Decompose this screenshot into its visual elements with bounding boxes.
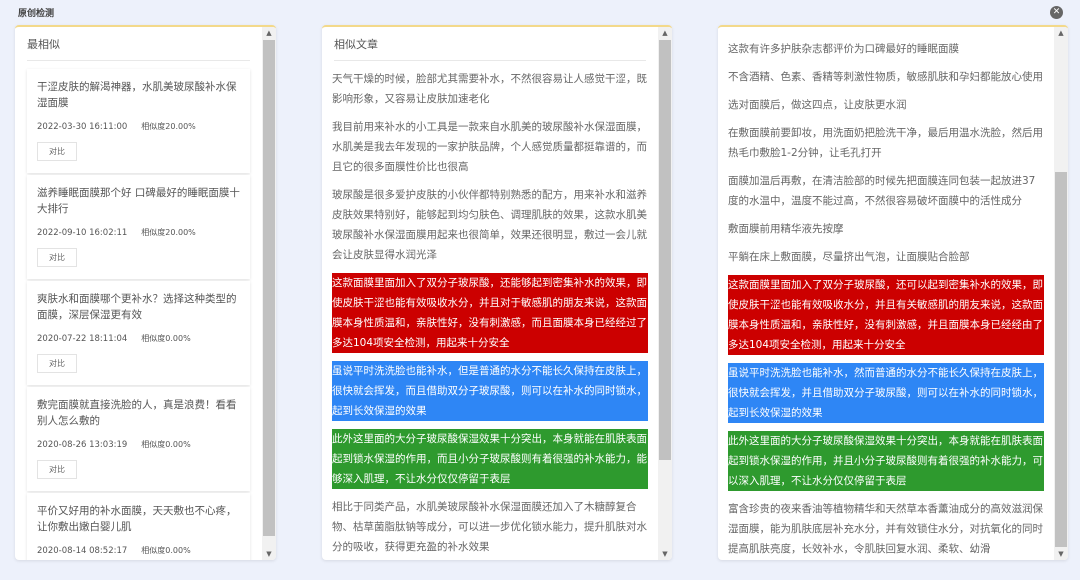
paragraph: 相比于同类产品，水肌美玻尿酸补水保湿面膜还加入了木糖醇复合物、枯草菌脂肽钠等成分… <box>332 497 648 557</box>
scroll-thumb[interactable] <box>659 40 671 460</box>
item-similarity: 相似度20.00% <box>141 228 196 237</box>
most-similar-panel: 最相似 干涩皮肤的解渴神器，水肌美玻尿酸补水保湿面膜 2022-03-30 16… <box>15 25 276 560</box>
paragraph: 敷面膜前用精华液先按摩 <box>728 219 1044 239</box>
scrollbar[interactable]: ▲▼ <box>658 27 672 560</box>
similar-article-panel: 相似文章 天气干燥的时候，脸部尤其需要补水，不然很容易让人感觉干涩，既影响形象，… <box>322 25 672 560</box>
item-date: 2020-07-22 18:11:04 <box>37 334 127 344</box>
scroll-down-icon[interactable]: ▼ <box>262 548 276 560</box>
paragraph: 不含酒精、色素、香精等刺激性物质，敏感肌肤和孕妇都能放心使用 <box>728 67 1044 87</box>
item-date: 2020-08-14 08:52:17 <box>37 546 127 556</box>
scroll-down-icon[interactable]: ▼ <box>658 548 672 560</box>
scroll-thumb[interactable] <box>263 40 275 536</box>
item-date: 2022-09-10 16:02:11 <box>37 228 127 238</box>
article-text: 天气干燥的时候，脸部尤其需要补水，不然很容易让人感觉干涩，既影响形象，又容易让皮… <box>322 69 658 560</box>
article-text: 编辑推荐这款这款有许多护肤杂志都评价为口碑最好的睡眠面膜不含酒精、色素、香精等刺… <box>718 27 1054 559</box>
original-article-panel: 编辑推荐这款这款有许多护肤杂志都评价为口碑最好的睡眠面膜不含酒精、色素、香精等刺… <box>718 25 1068 560</box>
item-title[interactable]: 敷完面膜就直接洗脸的人，真是浪费！看看别人怎么敷的 <box>37 397 240 433</box>
paragraph: 我目前用来补水的小工具是一款来自水肌美的玻尿酸补水保湿面膜，水肌美是我去年发现的… <box>332 117 648 177</box>
highlighted-paragraph-green: 此外这里面的大分子玻尿酸保湿效果十分突出，本身就能在肌肤表面起到锁水保湿的作用，… <box>728 431 1044 491</box>
item-title[interactable]: 干涩皮肤的解渴神器，水肌美玻尿酸补水保湿面膜 <box>37 79 240 115</box>
similar-item-card: 敷完面膜就直接洗脸的人，真是浪费！看看别人怎么敷的 2020-08-26 13:… <box>27 387 250 491</box>
item-date: 2022-03-30 16:11:00 <box>37 122 127 132</box>
paragraph: 富含珍贵的夜来香油等植物精华和天然草本香薰油成分的高效滋润保湿面膜，能为肌肤底层… <box>728 499 1044 559</box>
item-title[interactable]: 平价又好用的补水面膜，天天敷也不心疼，让你敷出嫩白婴儿肌 <box>37 503 240 539</box>
scrollbar[interactable]: ▲▼ <box>1054 27 1068 560</box>
scroll-thumb[interactable] <box>1055 172 1067 547</box>
compare-button[interactable]: 对比 <box>37 354 77 373</box>
paragraph: 这款有许多护肤杂志都评价为口碑最好的睡眠面膜 <box>728 39 1044 59</box>
highlighted-paragraph-red: 这款面膜里面加入了双分子玻尿酸，还可以起到密集补水的效果，即使皮肤干涩也能有效吸… <box>728 275 1044 355</box>
close-circle-icon[interactable]: ✕ <box>1050 6 1063 19</box>
scrollbar[interactable]: ▲▼ <box>262 27 276 560</box>
item-title[interactable]: 滋养睡眠面膜那个好 口碑最好的睡眠面膜十大排行 <box>37 185 240 221</box>
paragraph: 选对面膜后，做这四点，让皮肤更水润 <box>728 95 1044 115</box>
paragraph: 平躺在床上敷面膜，尽量挤出气泡，让面膜贴合脸部 <box>728 247 1044 267</box>
scroll-up-icon[interactable]: ▲ <box>262 27 276 39</box>
paragraph: 编辑推荐这款 <box>728 27 1044 31</box>
similar-item-card: 滋养睡眠面膜那个好 口碑最好的睡眠面膜十大排行 2022-09-10 16:02… <box>27 175 250 279</box>
item-date: 2020-08-26 13:03:19 <box>37 440 127 450</box>
highlighted-paragraph-blue: 虽说平时洗洗脸也能补水，然而普通的水分不能长久保持在皮肤上，很快就会挥发，并且借… <box>728 363 1044 423</box>
most-similar-list: 最相似 干涩皮肤的解渴神器，水肌美玻尿酸补水保湿面膜 2022-03-30 16… <box>15 27 262 560</box>
item-similarity: 相似度20.00% <box>141 122 196 131</box>
compare-button[interactable]: 对比 <box>37 248 77 267</box>
item-similarity: 相似度0.00% <box>141 546 190 555</box>
paragraph: 面膜加温后再敷，在清洁脸部的时候先把面膜连同包装一起放进37度的水温中，温度不能… <box>728 171 1044 211</box>
compare-button[interactable]: 对比 <box>37 142 77 161</box>
item-similarity: 相似度0.00% <box>141 334 190 343</box>
highlighted-paragraph-blue: 虽说平时洗洗脸也能补水，但是普通的水分不能长久保持在皮肤上，很快就会挥发，而且借… <box>332 361 648 421</box>
scroll-up-icon[interactable]: ▲ <box>1054 27 1068 39</box>
paragraph: 天气干燥的时候，脸部尤其需要补水，不然很容易让人感觉干涩，既影响形象，又容易让皮… <box>332 69 648 109</box>
highlighted-paragraph-green: 此外这里面的大分子玻尿酸保湿效果十分突出，本身就能在肌肤表面起到锁水保湿的作用，… <box>332 429 648 489</box>
paragraph: 玻尿酸是很多爱护皮肤的小伙伴都特别熟悉的配方，用来补水和滋养皮肤效果特别好，能够… <box>332 185 648 265</box>
compare-button[interactable]: 对比 <box>37 460 77 479</box>
item-title[interactable]: 爽肤水和面膜哪个更补水？选择这种类型的面膜，深层保湿更有效 <box>37 291 240 327</box>
item-similarity: 相似度0.00% <box>141 440 190 449</box>
scroll-down-icon[interactable]: ▼ <box>1054 548 1068 560</box>
similar-item-card: 平价又好用的补水面膜，天天敷也不心疼，让你敷出嫩白婴儿肌 2020-08-14 … <box>27 493 250 560</box>
panel-header: 相似文章 <box>334 27 646 61</box>
highlighted-paragraph-red: 这款面膜里面加入了双分子玻尿酸，还能够起到密集补水的效果，即使皮肤干涩也能有效吸… <box>332 273 648 353</box>
similar-item-card: 干涩皮肤的解渴神器，水肌美玻尿酸补水保湿面膜 2022-03-30 16:11:… <box>27 69 250 173</box>
scroll-up-icon[interactable]: ▲ <box>658 27 672 39</box>
window-title: 原创检测 <box>18 6 54 19</box>
panel-header: 最相似 <box>27 27 250 61</box>
similar-item-card: 爽肤水和面膜哪个更补水？选择这种类型的面膜，深层保湿更有效 2020-07-22… <box>27 281 250 385</box>
paragraph: 在敷面膜前要卸妆，用洗面奶把脸洗干净，最后用温水洗脸，然后用热毛巾敷脸1-2分钟… <box>728 123 1044 163</box>
